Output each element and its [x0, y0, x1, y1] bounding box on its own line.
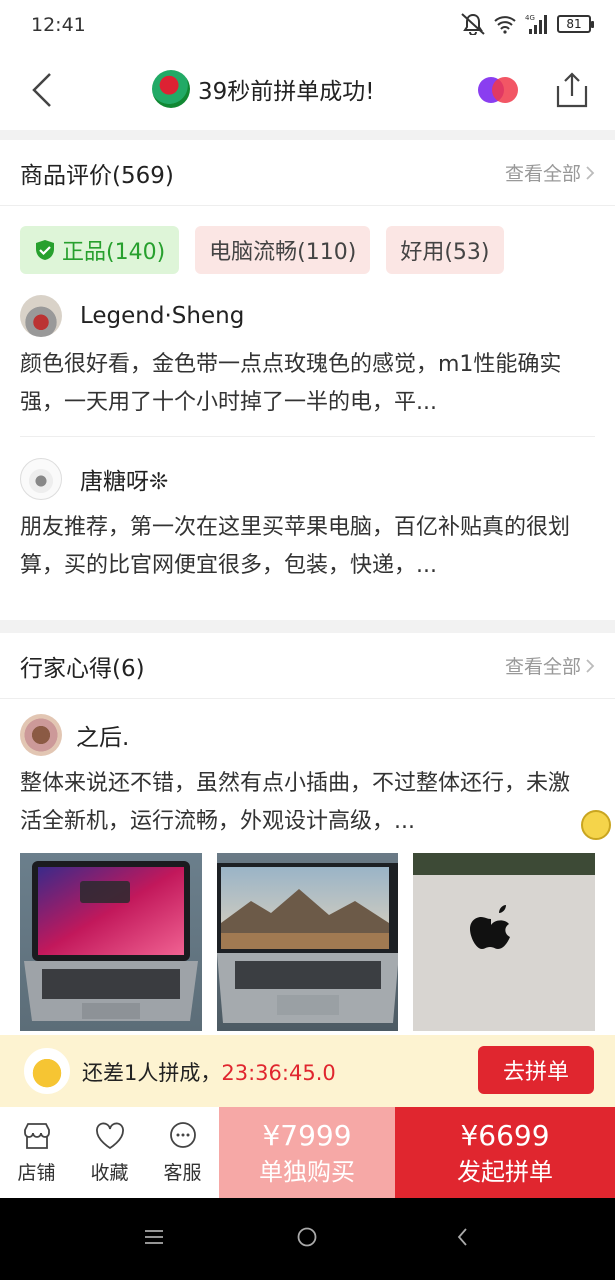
store-label: 店铺	[17, 1162, 56, 1184]
laptop-image	[24, 861, 198, 1021]
review-tags: 正品(140) 电脑流畅(110) 好用(53)	[0, 206, 615, 274]
avatar	[20, 714, 62, 756]
review-text: 颜色很好看，金色带一点点玫瑰色的感觉，m1性能确实强，一天用了十个小时掉了一半的…	[20, 352, 562, 415]
review-text: 整体来说还不错，虽然有点小插曲，不过整体还行，未激活全新机，运行流畅，外观设计高…	[20, 771, 571, 834]
tag-label: 正品(140)	[62, 240, 166, 265]
reviews-header: 商品评价(569) 查看全部	[0, 140, 615, 206]
review-username: 之后.	[76, 725, 130, 751]
review-user: 之后.	[20, 705, 595, 765]
expert-item[interactable]: 之后. 整体来说还不错，虽然有点小插曲，不过整体还行，未激活全新机，运行流畅，外…	[0, 705, 615, 841]
bell-off-icon	[461, 13, 485, 35]
buy-alone-button[interactable]: ¥7999 单独购买	[219, 1107, 395, 1198]
svg-text:4G: 4G	[525, 14, 535, 22]
reviews-section: 商品评价(569) 查看全部 正品(140) 电脑流畅(110) 好用(53) …	[0, 140, 615, 620]
avatar	[20, 295, 62, 337]
expert-header: 行家心得(6) 查看全部	[0, 633, 615, 699]
review-user: Legend·Sheng	[20, 286, 595, 346]
shield-check-icon	[36, 240, 54, 260]
single-price: ¥7999	[262, 1118, 352, 1152]
heart-icon	[95, 1122, 124, 1150]
expert-title: 行家心得(6)	[20, 655, 145, 682]
share-icon[interactable]	[553, 70, 591, 110]
menu-icon[interactable]	[143, 1226, 165, 1248]
brand-logo-icon[interactable]	[476, 74, 520, 106]
tag-label: 电脑流畅(110)	[209, 240, 357, 265]
tag-label: 好用(53)	[400, 240, 490, 265]
group-buy-text: 还差1人拼成，	[82, 1061, 222, 1085]
countdown-timer: 23:36:45.0	[221, 1061, 336, 1085]
review-text: 朋友推荐，第一次在这里买苹果电脑，百亿补贴真的很划算，买的比官网便宜很多，包装，…	[20, 515, 571, 578]
review-photos	[0, 853, 615, 1031]
review-user: 唐糖呀❊	[20, 449, 595, 509]
laptop-image	[216, 863, 399, 1023]
status-time: 12:41	[31, 14, 86, 36]
laptop-image	[413, 853, 596, 1031]
review-username: Legend·Sheng	[80, 303, 245, 329]
signal-icon: 4G	[525, 14, 547, 34]
join-group-button[interactable]: 去拼单	[478, 1046, 594, 1094]
bottom-action-bar: 店铺 收藏 客服 ¥7999 单独购买 ¥6699 发起拼单	[0, 1107, 615, 1198]
group-buy-bar: 还差1人拼成，23:36:45.0 去拼单	[0, 1035, 615, 1107]
favorite-label: 收藏	[90, 1162, 129, 1184]
divider	[20, 436, 595, 437]
review-item[interactable]: Legend·Sheng 颜色很好看，金色带一点点玫瑰色的感觉，m1性能确实强，…	[0, 286, 615, 422]
review-photo[interactable]	[20, 853, 202, 1031]
review-photo[interactable]	[413, 853, 596, 1031]
avatar	[152, 70, 190, 108]
battery-level: 81	[566, 17, 582, 31]
back-icon[interactable]	[452, 1226, 474, 1248]
battery-icon: 81	[557, 15, 594, 33]
avatar	[20, 458, 62, 500]
group-success-notice: 39秒前拼单成功!	[152, 70, 375, 108]
chat-bubble-icon	[169, 1122, 196, 1148]
chevron-right-icon	[586, 658, 595, 673]
tag-smooth[interactable]: 电脑流畅(110)	[195, 226, 371, 274]
wifi-icon	[494, 16, 516, 34]
see-all-label: 查看全部	[504, 656, 581, 678]
start-group-buy-button[interactable]: ¥6699 发起拼单	[395, 1107, 615, 1198]
back-arrow-icon[interactable]	[22, 70, 62, 110]
status-icons: 4G 81	[461, 13, 594, 35]
avatar	[24, 1048, 70, 1094]
chevron-right-icon	[586, 165, 595, 180]
review-item[interactable]: 唐糖呀❊ 朋友推荐，第一次在这里买苹果电脑，百亿补贴真的很划算，买的比官网便宜很…	[0, 449, 615, 585]
reviews-see-all-link[interactable]: 查看全部	[505, 159, 595, 186]
see-all-label: 查看全部	[504, 163, 581, 185]
review-photo[interactable]	[216, 853, 399, 1031]
nav-bar: 39秒前拼单成功!	[0, 50, 615, 130]
emoji-icon	[581, 810, 611, 840]
home-icon[interactable]	[296, 1226, 318, 1248]
store-button[interactable]: 店铺	[0, 1107, 73, 1198]
reviews-title: 商品评价(569)	[20, 162, 174, 189]
group-price: ¥6699	[460, 1118, 550, 1152]
service-label: 客服	[163, 1162, 202, 1184]
expert-see-all-link[interactable]: 查看全部	[505, 652, 595, 679]
group-buy-status: 还差1人拼成，23:36:45.0	[82, 1057, 336, 1087]
tag-authentic[interactable]: 正品(140)	[20, 226, 180, 274]
page-title: 39秒前拼单成功!	[198, 79, 375, 105]
review-username: 唐糖呀❊	[80, 469, 169, 495]
favorite-button[interactable]: 收藏	[73, 1107, 146, 1198]
status-bar: 12:41 4G 81	[0, 0, 615, 50]
expert-section: 行家心得(6) 查看全部 之后. 整体来说还不错，虽然有点小插曲，不过整体还行，…	[0, 633, 615, 1035]
single-label: 单独购买	[259, 1157, 355, 1186]
store-icon	[23, 1123, 50, 1149]
system-nav-bar	[0, 1198, 615, 1280]
group-label: 发起拼单	[457, 1157, 553, 1186]
customer-service-button[interactable]: 客服	[146, 1107, 219, 1198]
tag-useful[interactable]: 好用(53)	[386, 226, 504, 274]
